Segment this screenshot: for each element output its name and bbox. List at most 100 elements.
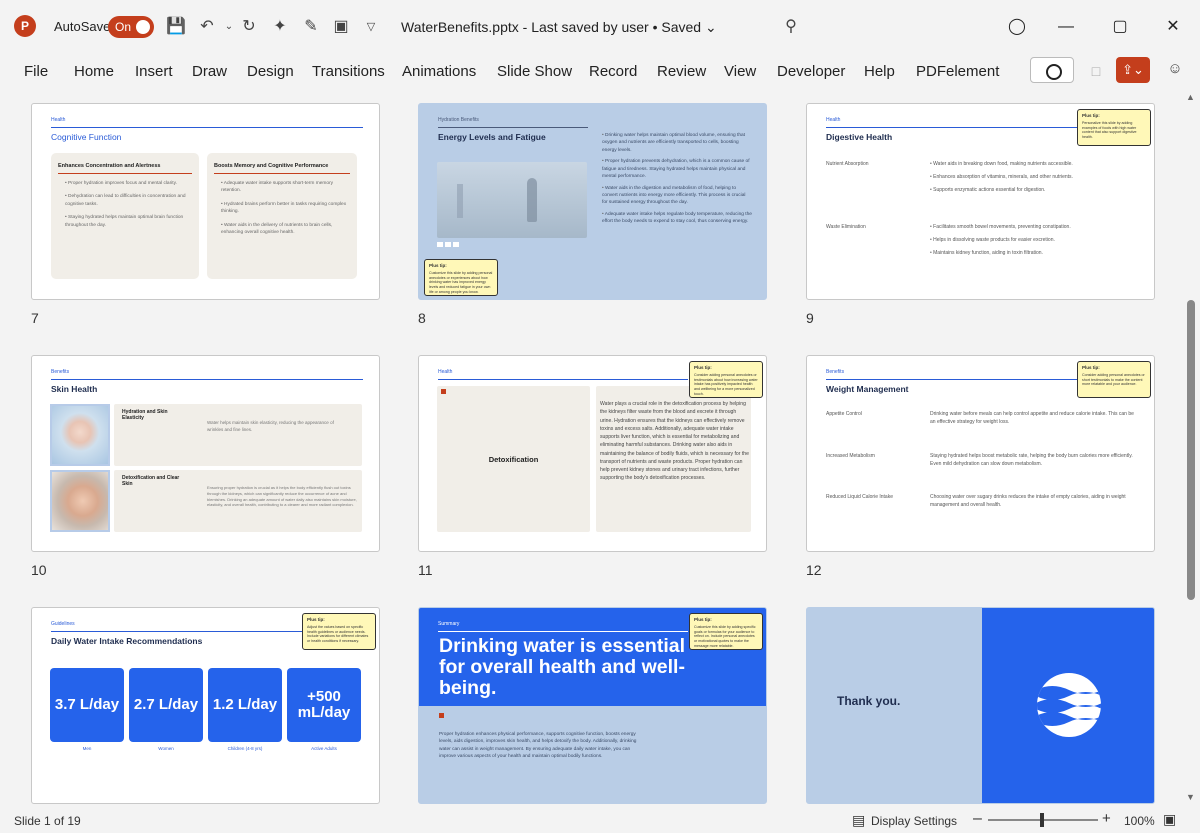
content-panel: Hydration and Skin Elasticity Water help… [114,404,362,466]
comment-icon[interactable]: □ [1084,60,1108,82]
slide-eyebrow: Guidelines [51,621,75,627]
tab-pdfelement[interactable]: PDFelement [916,63,999,80]
list-item: Water aids in the digestion and metaboli… [602,185,752,207]
slide-thumbnail[interactable]: Benefits Skin Health Hydration and Skin … [31,355,380,552]
tip-text: Consider adding personal anecdotes or te… [694,372,758,396]
row-text: Drinking water before meals can help con… [930,411,1134,425]
document-title[interactable]: WaterBenefits.pptx - Last saved by user … [401,19,717,36]
vertical-scrollbar[interactable]: ▲ ▼ [1182,90,1200,806]
plus-tip-note: Plus tip: Personalize this slide by addi… [1077,109,1151,146]
slide-number: 12 [806,562,822,578]
scrollbar-thumb[interactable] [1187,300,1195,600]
list-item: Water aids in the delivery of nutrients … [221,222,350,237]
tab-help[interactable]: Help [864,63,895,80]
list-item: Enhances absorption of vitamins, mineral… [930,174,1130,182]
skin-photo [50,470,110,532]
slide-counter: Slide 1 of 19 [14,814,81,828]
skin-photo [50,404,110,466]
zoom-out-button[interactable]: – [973,810,982,828]
slide-thumbnail[interactable]: Health Digestive Health Nutrient Absorpt… [806,103,1155,300]
list-item: Water aids in breaking down food, making… [930,161,1130,169]
pen-icon[interactable]: ✎ [300,16,322,38]
tip-title: Plus tip: [307,617,325,622]
tab-design[interactable]: Design [247,63,294,80]
content-panel: Water plays a crucial role in the detoxi… [596,386,751,532]
display-settings-icon[interactable]: ▤ [852,812,865,829]
tab-home[interactable]: Home [74,63,114,80]
scroll-down-arrow-icon[interactable]: ▼ [1186,792,1195,802]
tab-slide-show[interactable]: Slide Show [497,63,572,80]
plus-tip-note: Plus tip: Customize this slide by adding… [424,259,498,296]
search-icon[interactable]: ⚲ [780,16,802,38]
list-item: Proper hydration prevents dehydration, w… [602,158,752,180]
tab-review[interactable]: Review [657,63,706,80]
slide-number: 11 [418,562,433,578]
tab-view[interactable]: View [724,63,756,80]
tab-record[interactable]: Record [589,63,637,80]
slide-thumbnail[interactable]: Guidelines Daily Water Intake Recommenda… [31,607,380,804]
plus-tip-note: Plus tip: Customize this slide by adding… [689,613,763,650]
tip-title: Plus tip: [1082,365,1100,370]
stat-tile: 3.7 L/day [50,668,124,742]
tab-file[interactable]: File [24,63,48,80]
undo-icon[interactable]: ↶ [196,16,218,38]
slide-divider [438,631,688,632]
present-icon[interactable]: ▣ [330,16,352,38]
slide-eyebrow: Benefits [51,369,70,375]
slide-thumbnail[interactable]: Summary Drinking water is essential for … [418,607,767,804]
autosave-label: AutoSave [54,19,111,34]
customize-toolbar-icon[interactable]: ▽ [360,16,382,38]
magic-wand-icon[interactable]: ✦ [269,16,291,38]
slide-thumbnail[interactable]: Thank you. [806,607,1155,804]
save-icon[interactable]: 💾 [165,16,187,38]
autosave-toggle[interactable]: On [108,16,154,38]
list-item: Hydrated brains perform better in tasks … [221,201,350,216]
zoom-slider-thumb[interactable] [1040,813,1044,827]
slide-thumbnail[interactable]: Health Cognitive Function Enhances Conce… [31,103,380,300]
slide-title: Cognitive Function [51,132,122,142]
slide-number: 7 [31,310,39,326]
list-item: Staying hydrated helps maintain optimal … [65,214,192,229]
redo-icon[interactable]: ↻ [238,16,260,38]
tab-developer[interactable]: Developer [777,63,845,80]
stat-tile: +500 mL/day [287,668,361,742]
tab-transitions[interactable]: Transitions [312,63,385,80]
row-label: Detoxification and Clear Skin [122,475,180,487]
lightbulb-icon[interactable]: ◯ [1004,14,1030,40]
maximize-icon[interactable]: ▢ [1107,14,1133,40]
panel-title: Detoxification [488,455,539,464]
fit-to-window-icon[interactable]: ▣ [1163,811,1176,828]
plus-tip-note: Plus tip: Adjust the values based on spe… [302,613,376,650]
tip-text: Customize this slide by adding personal … [429,270,493,294]
undo-dropdown-icon[interactable]: ⌄ [218,16,240,38]
carousel-dot [453,242,459,247]
slide-thumbnail[interactable]: Benefits Weight Management Appetite Cont… [806,355,1155,552]
minimize-icon[interactable]: — [1053,14,1079,40]
coauthor-icon[interactable]: ☺ [1164,60,1186,82]
slide-number: 9 [806,310,814,326]
zoom-level[interactable]: 100% [1124,814,1155,828]
slide-thumbnail[interactable]: Hydration Benefits Energy Levels and Fat… [418,103,767,300]
stat-label: Children (4-8 yrs) [227,746,263,751]
display-settings-button[interactable]: Display Settings [871,814,957,828]
tab-insert[interactable]: Insert [135,63,173,80]
tip-title: Plus tip: [694,617,712,622]
tab-draw[interactable]: Draw [192,63,227,80]
thank-you-text: Thank you. [837,694,901,708]
close-icon[interactable]: ✕ [1160,14,1186,40]
tab-animations[interactable]: Animations [402,63,476,80]
plus-tip-note: Plus tip: Consider adding personal anecd… [689,361,763,398]
ribbon-tabs: File Home Insert Draw Design Transitions… [0,54,1200,90]
slide-divider [51,379,363,380]
water-wave-logo-icon [1037,673,1101,737]
row-label: Increased Metabolism [826,453,875,459]
slide-thumbnail[interactable]: Health Detoxification Water plays a cruc… [418,355,767,552]
share-button[interactable]: ⇪⌄ [1116,57,1150,83]
row-text: Ensuring proper hydration is crucial as … [207,485,357,508]
record-button[interactable] [1030,57,1074,83]
tip-title: Plus tip: [694,365,712,370]
zoom-in-button[interactable]: + [1102,810,1111,827]
scroll-up-arrow-icon[interactable]: ▲ [1186,92,1195,102]
content-panel: Enhances Concentration and Alertness Pro… [51,153,199,279]
stat-label: Men [82,746,92,751]
